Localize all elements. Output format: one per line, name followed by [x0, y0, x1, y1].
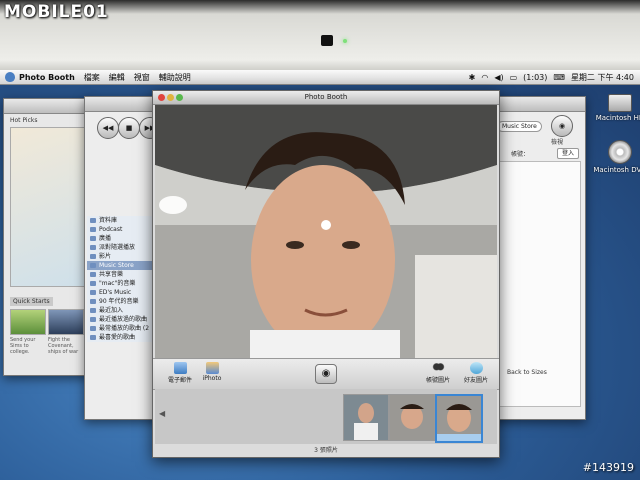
- source-item[interactable]: 廣播: [87, 234, 155, 243]
- camera-preview: [155, 105, 497, 358]
- wifi-icon[interactable]: ◠: [481, 73, 488, 82]
- photo-thumbnail[interactable]: [343, 394, 389, 441]
- volume-icon[interactable]: ◀): [494, 73, 503, 82]
- source-item[interactable]: 最近播放過的歌曲: [87, 315, 155, 324]
- hot-picks-promo-image[interactable]: [10, 127, 86, 287]
- desktop-icon-label: Macintosh HD: [595, 114, 640, 122]
- selected-photo-caption-bar: [437, 434, 481, 441]
- photo-thumbnail[interactable]: [389, 394, 435, 441]
- battery-time[interactable]: (1:03): [523, 73, 547, 82]
- quick-start-text-1: Send your Sims to college.: [10, 337, 36, 355]
- quicktime-window[interactable]: Hot Picks Quick Starts Send your Sims to…: [3, 98, 91, 376]
- account-label: 帳號：: [511, 151, 530, 158]
- account-picture-label: 帳號圖片: [425, 377, 450, 384]
- desktop-icon-dvd[interactable]: Macintosh DVD: [590, 140, 640, 174]
- music-store-search[interactable]: Music Store: [497, 121, 542, 132]
- dvd-icon: [608, 140, 632, 164]
- camera-preview-image: [155, 105, 497, 358]
- bluetooth-icon[interactable]: ✱: [469, 73, 476, 82]
- source-item[interactable]: 最常播放的歌曲 (2: [87, 324, 155, 333]
- menu-app-name[interactable]: Photo Booth: [19, 73, 75, 82]
- signin-button[interactable]: 登入: [557, 148, 580, 159]
- itunes-source-list: 資料庫 Podcast 廣播 派對隨選播放 影片 Music Store 共享音樂 "mac"…: [87, 216, 155, 342]
- iphoto-icon: [205, 362, 219, 374]
- stop-button[interactable]: ■: [118, 117, 140, 139]
- view-label: 檢視: [551, 139, 564, 146]
- buddy-picture-icon: [469, 362, 483, 374]
- source-item[interactable]: 90 年代的音樂: [87, 297, 155, 306]
- source-item[interactable]: Music Store: [87, 261, 155, 270]
- take-picture-button[interactable]: ◉: [315, 364, 337, 384]
- watermark-image-id: #143919: [582, 461, 634, 474]
- input-menu-icon[interactable]: ⌨: [553, 73, 565, 82]
- account-picture-icon: [431, 362, 445, 374]
- source-item[interactable]: 最喜愛的歌曲: [87, 333, 155, 342]
- desktop-icon-label: Macintosh DVD: [593, 166, 640, 174]
- desktop-icon-macintosh-hd[interactable]: Macintosh HD: [590, 94, 640, 122]
- sims-thumbnail[interactable]: [10, 309, 46, 335]
- photobooth-titlebar[interactable]: Photo Booth: [153, 91, 499, 105]
- hot-picks-label: Hot Picks: [10, 117, 38, 124]
- photobooth-window[interactable]: Photo Booth 電子郵件 iPhoto ◉ 帳號圖片 好友圖片 ◀ 3 …: [152, 90, 500, 458]
- previous-track-button[interactable]: ◀◀: [97, 117, 119, 139]
- hard-drive-icon: [608, 94, 632, 112]
- menu-bar: Photo Booth 檔案 編輯 視窗 輔助說明 ✱ ◠ ◀) ▭ (1:03…: [0, 70, 640, 85]
- source-item[interactable]: "mac"的音樂: [87, 279, 155, 288]
- account-picture-button[interactable]: 帳號圖片: [421, 359, 455, 384]
- menu-window[interactable]: 視窗: [134, 72, 150, 83]
- email-icon: [173, 362, 187, 374]
- close-window-button[interactable]: [158, 94, 165, 101]
- photobooth-title: Photo Booth: [304, 93, 348, 101]
- apple-menu-icon[interactable]: [5, 72, 15, 82]
- iphoto-label: iPhoto: [202, 375, 222, 382]
- camera-icon: ◉: [321, 368, 331, 379]
- source-item[interactable]: ED's Music: [87, 288, 155, 297]
- photo-strip: ◀: [155, 389, 497, 444]
- source-item[interactable]: Podcast: [87, 225, 155, 234]
- email-label: 電子郵件: [167, 377, 192, 384]
- quick-starts-label: Quick Starts: [10, 297, 53, 306]
- back-to-sizes-link[interactable]: Back to Sizes: [507, 369, 547, 376]
- menu-file[interactable]: 檔案: [84, 72, 100, 83]
- desktop-screen: Photo Booth 檔案 編輯 視窗 輔助說明 ✱ ◠ ◀) ▭ (1:03…: [0, 70, 640, 480]
- source-item[interactable]: 派對隨選播放: [87, 243, 155, 252]
- source-item[interactable]: 共享音樂: [87, 270, 155, 279]
- halo-thumbnail[interactable]: [48, 309, 84, 335]
- watermark-logo: MOBILE01: [4, 2, 109, 22]
- iphoto-button[interactable]: iPhoto: [197, 359, 227, 382]
- menu-help[interactable]: 輔助說明: [159, 72, 191, 83]
- menu-edit[interactable]: 編輯: [109, 72, 125, 83]
- buddy-picture-label: 好友圖片: [463, 377, 488, 384]
- view-toggle-button[interactable]: ◉: [551, 115, 573, 137]
- email-button[interactable]: 電子郵件: [163, 359, 197, 384]
- zoom-window-button[interactable]: [176, 94, 183, 101]
- quicktime-title: [4, 99, 90, 114]
- menu-extras: ✱ ◠ ◀) ▭ (1:03) ⌨ 星期二 下午 4:40: [469, 72, 640, 83]
- photo-thumbnail-image: [390, 395, 434, 440]
- photo-thumbnail-image: [344, 395, 388, 440]
- photo-thumbnail-selected[interactable]: [435, 394, 483, 443]
- camera-led: [343, 39, 347, 43]
- source-item[interactable]: 最近加入: [87, 306, 155, 315]
- photobooth-toolbar: 電子郵件 iPhoto ◉ 帳號圖片 好友圖片: [153, 358, 499, 390]
- source-item[interactable]: 影片: [87, 252, 155, 261]
- photo-count-status: 3 張照片: [314, 447, 338, 454]
- battery-icon[interactable]: ▭: [510, 73, 518, 82]
- quick-start-text-2: Fight the Covenant, ships of war: [48, 337, 79, 355]
- source-item[interactable]: 資料庫: [87, 216, 155, 225]
- minimize-window-button[interactable]: [167, 94, 174, 101]
- scroll-left-icon[interactable]: ◀: [159, 409, 165, 418]
- menu-clock[interactable]: 星期二 下午 4:40: [571, 72, 634, 83]
- buddy-picture-button[interactable]: 好友圖片: [457, 359, 495, 384]
- isight-camera: [321, 35, 333, 46]
